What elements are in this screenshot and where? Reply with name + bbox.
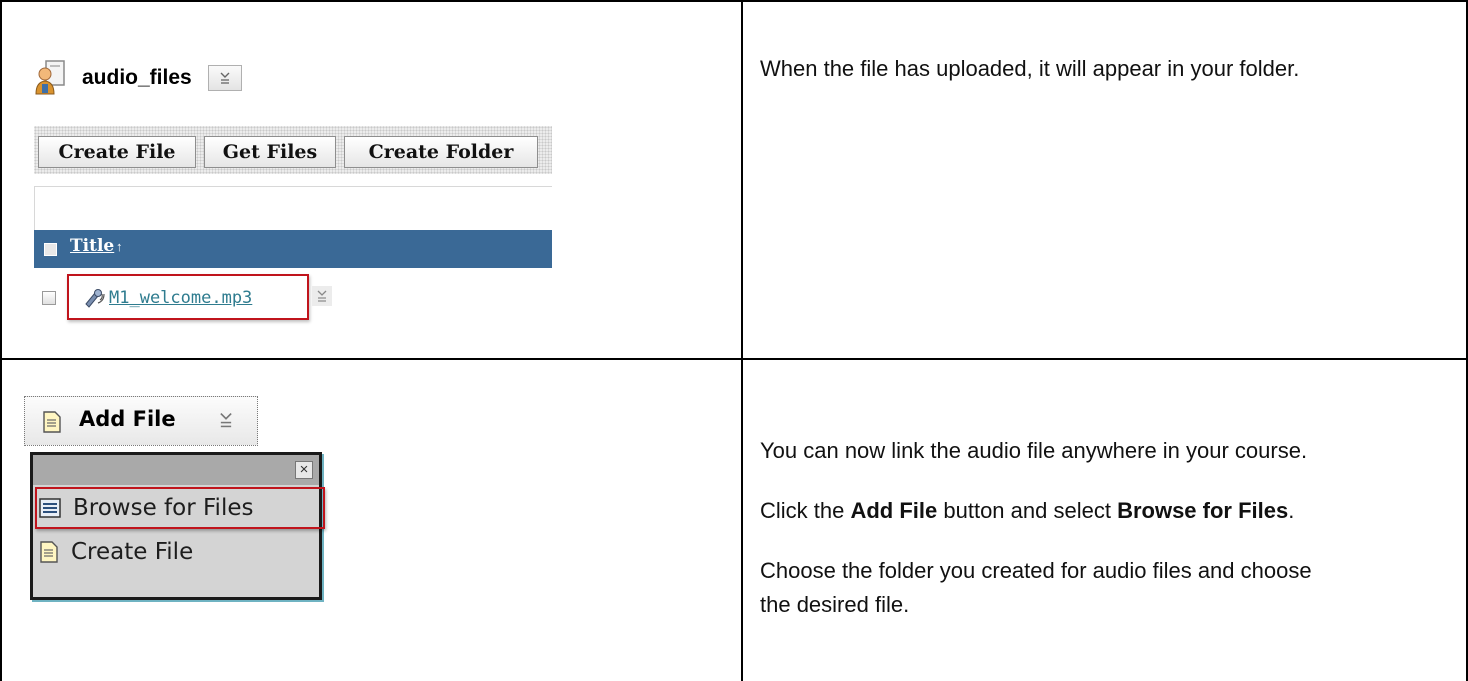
- menu-item-create-file[interactable]: Create File: [39, 533, 193, 571]
- folder-header: audio_files: [34, 58, 242, 98]
- close-icon[interactable]: ×: [295, 461, 313, 479]
- file-toolbar: Create File Get Files Create Folder: [34, 126, 552, 174]
- add-file-label: Add File: [79, 407, 176, 431]
- add-file-instruction: Click the Add File button and select Bro…: [760, 494, 1294, 528]
- create-file-button[interactable]: Create File: [38, 136, 196, 168]
- menu-titlebar: ×: [33, 455, 319, 485]
- table-border-left: [0, 0, 2, 681]
- audio-file-link[interactable]: M1_welcome.mp3: [109, 288, 252, 308]
- chevron-down-icon: [317, 290, 327, 302]
- link-audio-text: You can now link the audio file anywhere…: [760, 438, 1308, 463]
- table-column-divider: [741, 0, 743, 681]
- instruction-text: .: [1288, 498, 1295, 523]
- select-all-checkbox[interactable]: [44, 243, 57, 256]
- choose-folder-text-cont: the desired file.: [760, 592, 910, 617]
- list-header: Title ↑: [34, 230, 552, 268]
- title-sort-link[interactable]: Title: [70, 236, 114, 256]
- document-icon: [40, 541, 58, 563]
- user-folder-icon: [34, 60, 68, 96]
- instruction-text: Click the: [760, 498, 851, 523]
- menu-item-browse-for-files[interactable]: Browse for Files: [35, 487, 325, 529]
- upload-complete-text: When the file has uploaded, it will appe…: [760, 56, 1300, 81]
- folder-options-button[interactable]: [207, 65, 242, 91]
- chevron-down-icon: [220, 412, 232, 428]
- instruction-text: button and select: [937, 498, 1118, 523]
- get-files-button[interactable]: Get Files: [204, 136, 336, 168]
- folder-title: audio_files: [82, 66, 192, 89]
- chevron-down-icon: [220, 72, 230, 84]
- file-checkbox[interactable]: [42, 291, 56, 305]
- file-highlight-box: M1_welcome.mp3: [67, 274, 309, 320]
- file-options-button[interactable]: [312, 286, 332, 306]
- list-spacer: [34, 186, 552, 230]
- table-border-top: [0, 0, 1468, 2]
- menu-item-label: Create File: [71, 539, 194, 565]
- document-icon: [43, 411, 61, 433]
- instruction-table: audio_files Create File Get Files Create…: [0, 0, 1468, 681]
- table-row-divider: [0, 358, 1468, 360]
- create-folder-button[interactable]: Create Folder: [344, 136, 538, 168]
- browse-highlight-box: [35, 487, 325, 529]
- add-file-menu: × Browse for Files Create File: [30, 452, 325, 600]
- instruction-bold-browse: Browse for Files: [1117, 498, 1289, 523]
- choose-folder-text: Choose the folder you created for audio …: [760, 558, 1312, 583]
- file-row: M1_welcome.mp3: [34, 270, 552, 322]
- instruction-bold-add-file: Add File: [850, 498, 938, 523]
- sort-ascending-icon: ↑: [116, 239, 123, 254]
- add-file-button[interactable]: Add File: [24, 396, 258, 446]
- audio-file-icon: [85, 289, 105, 308]
